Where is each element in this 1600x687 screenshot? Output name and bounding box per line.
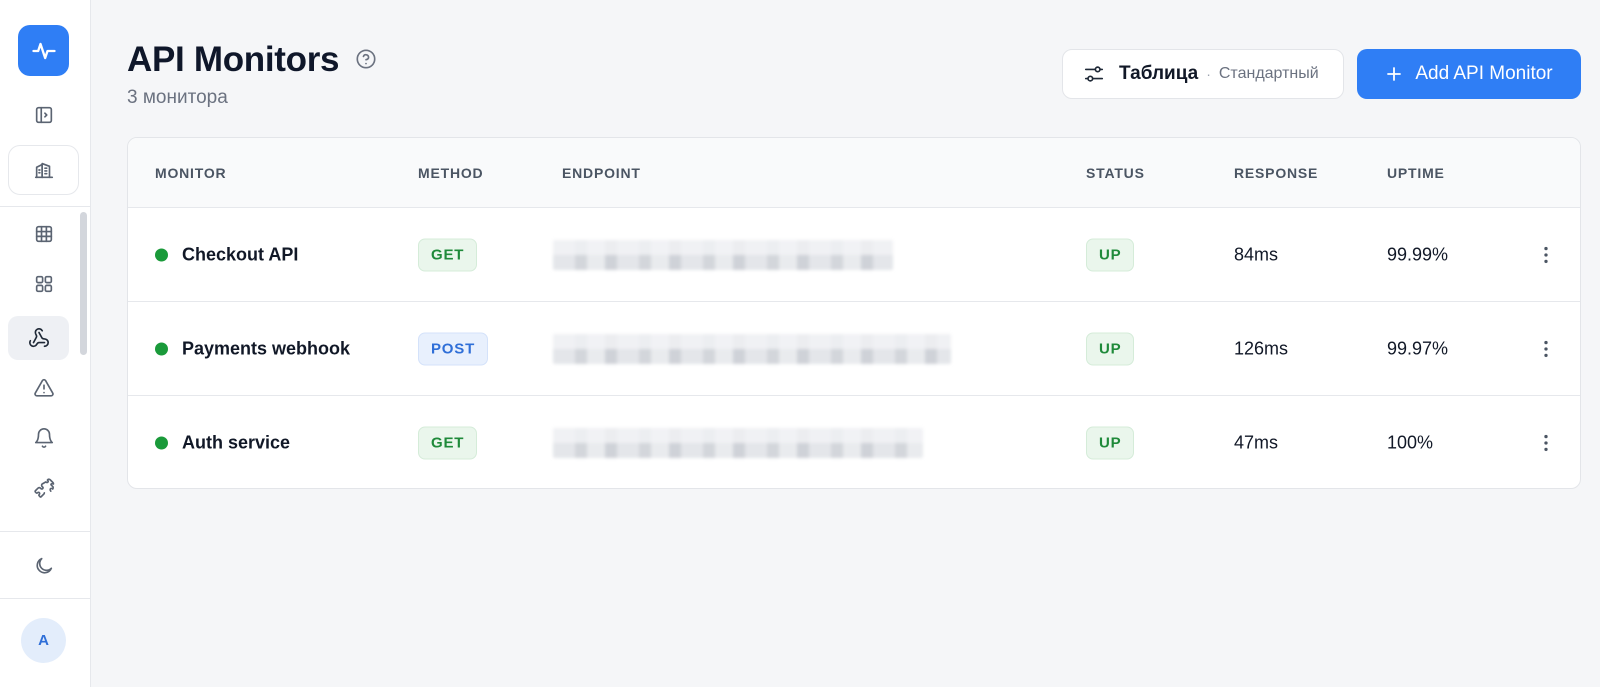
panel-toggle-icon (35, 106, 52, 124)
column-header-method: METHOD (418, 165, 484, 181)
webhook-icon (28, 328, 49, 348)
sidebar-item-integrations[interactable] (18, 468, 69, 508)
endpoint-redacted (553, 333, 951, 364)
table-row[interactable]: Payments webhook POST UP 126ms 99.97% (128, 302, 1580, 396)
sidebar-item-workspace[interactable] (8, 145, 79, 195)
grid-icon (35, 225, 52, 243)
avatar[interactable]: A (21, 618, 66, 663)
puzzle-icon (33, 478, 54, 498)
sidebar-item-api-monitors[interactable] (8, 316, 69, 360)
uptime-value: 99.97% (1387, 338, 1449, 358)
monitor-name[interactable]: Payments webhook (182, 338, 350, 359)
sidebar: A (0, 0, 91, 687)
method-badge: POST (418, 332, 489, 365)
monitor-name[interactable]: Auth service (182, 433, 290, 454)
more-options-icon[interactable] (1535, 432, 1557, 454)
more-options-icon[interactable] (1535, 338, 1557, 360)
status-badge: UP (1086, 238, 1135, 271)
sidebar-scrollbar[interactable] (80, 212, 87, 355)
view-density-label: Стандартный (1218, 65, 1319, 82)
status-badge: UP (1086, 332, 1135, 365)
uptime-value: 100% (1387, 432, 1434, 453)
dashboard-icon (35, 275, 52, 293)
table-row[interactable]: Auth service GET UP 47ms 100% (128, 396, 1580, 488)
response-time: 126ms (1234, 338, 1289, 358)
help-icon[interactable] (355, 48, 377, 70)
column-header-status: STATUS (1086, 165, 1145, 181)
sidebar-item-table[interactable] (18, 214, 69, 254)
status-dot (155, 248, 168, 261)
status-dot (155, 436, 168, 450)
method-badge: GET (418, 426, 478, 460)
building-icon (34, 162, 53, 179)
sliders-icon (1084, 66, 1104, 82)
response-time: 47ms (1234, 432, 1279, 453)
column-header-response: RESPONSE (1234, 165, 1319, 181)
sidebar-divider (0, 206, 90, 207)
sidebar-item-dashboard[interactable] (18, 264, 69, 304)
column-header-endpoint: ENDPOINT (562, 165, 641, 181)
response-time: 84ms (1234, 244, 1279, 264)
sidebar-divider (0, 598, 90, 599)
view-label: Таблица (1119, 63, 1199, 84)
status-badge: UP (1086, 426, 1135, 460)
table-row[interactable]: Checkout API GET UP 84ms 99.99% (128, 208, 1580, 302)
plus-icon (1387, 67, 1402, 81)
endpoint-redacted (553, 239, 893, 270)
monitors-table: MONITOR METHOD ENDPOINT STATUS RESPONSE … (127, 137, 1581, 489)
sidebar-divider (0, 531, 90, 532)
alert-triangle-icon (33, 378, 54, 397)
moon-icon (35, 557, 52, 574)
view-separator: · (1206, 66, 1211, 82)
add-api-monitor-label: Add API Monitor (1415, 63, 1553, 84)
uptime-value: 99.99% (1387, 244, 1449, 264)
add-api-monitor-button[interactable]: Add API Monitor (1357, 49, 1581, 99)
monitor-name[interactable]: Checkout API (182, 244, 298, 265)
monitor-count: 3 монитора (127, 87, 228, 108)
activity-icon (31, 42, 56, 59)
sidebar-toggle-button[interactable] (18, 95, 69, 135)
table-header: MONITOR METHOD ENDPOINT STATUS RESPONSE … (128, 138, 1580, 208)
more-options-icon[interactable] (1535, 244, 1557, 266)
endpoint-redacted (553, 428, 923, 458)
theme-toggle-button[interactable] (18, 546, 69, 586)
app-logo[interactable] (18, 25, 69, 76)
sidebar-item-notifications[interactable] (18, 418, 69, 458)
column-header-monitor: MONITOR (155, 165, 227, 181)
page-title: API Monitors (127, 40, 340, 79)
sidebar-item-incidents[interactable] (18, 368, 69, 408)
bell-icon (34, 428, 53, 448)
view-toggle-button[interactable]: Таблица · Стандартный (1062, 49, 1344, 99)
method-badge: GET (418, 238, 478, 271)
column-header-uptime: UPTIME (1387, 165, 1445, 181)
status-dot (155, 342, 168, 355)
